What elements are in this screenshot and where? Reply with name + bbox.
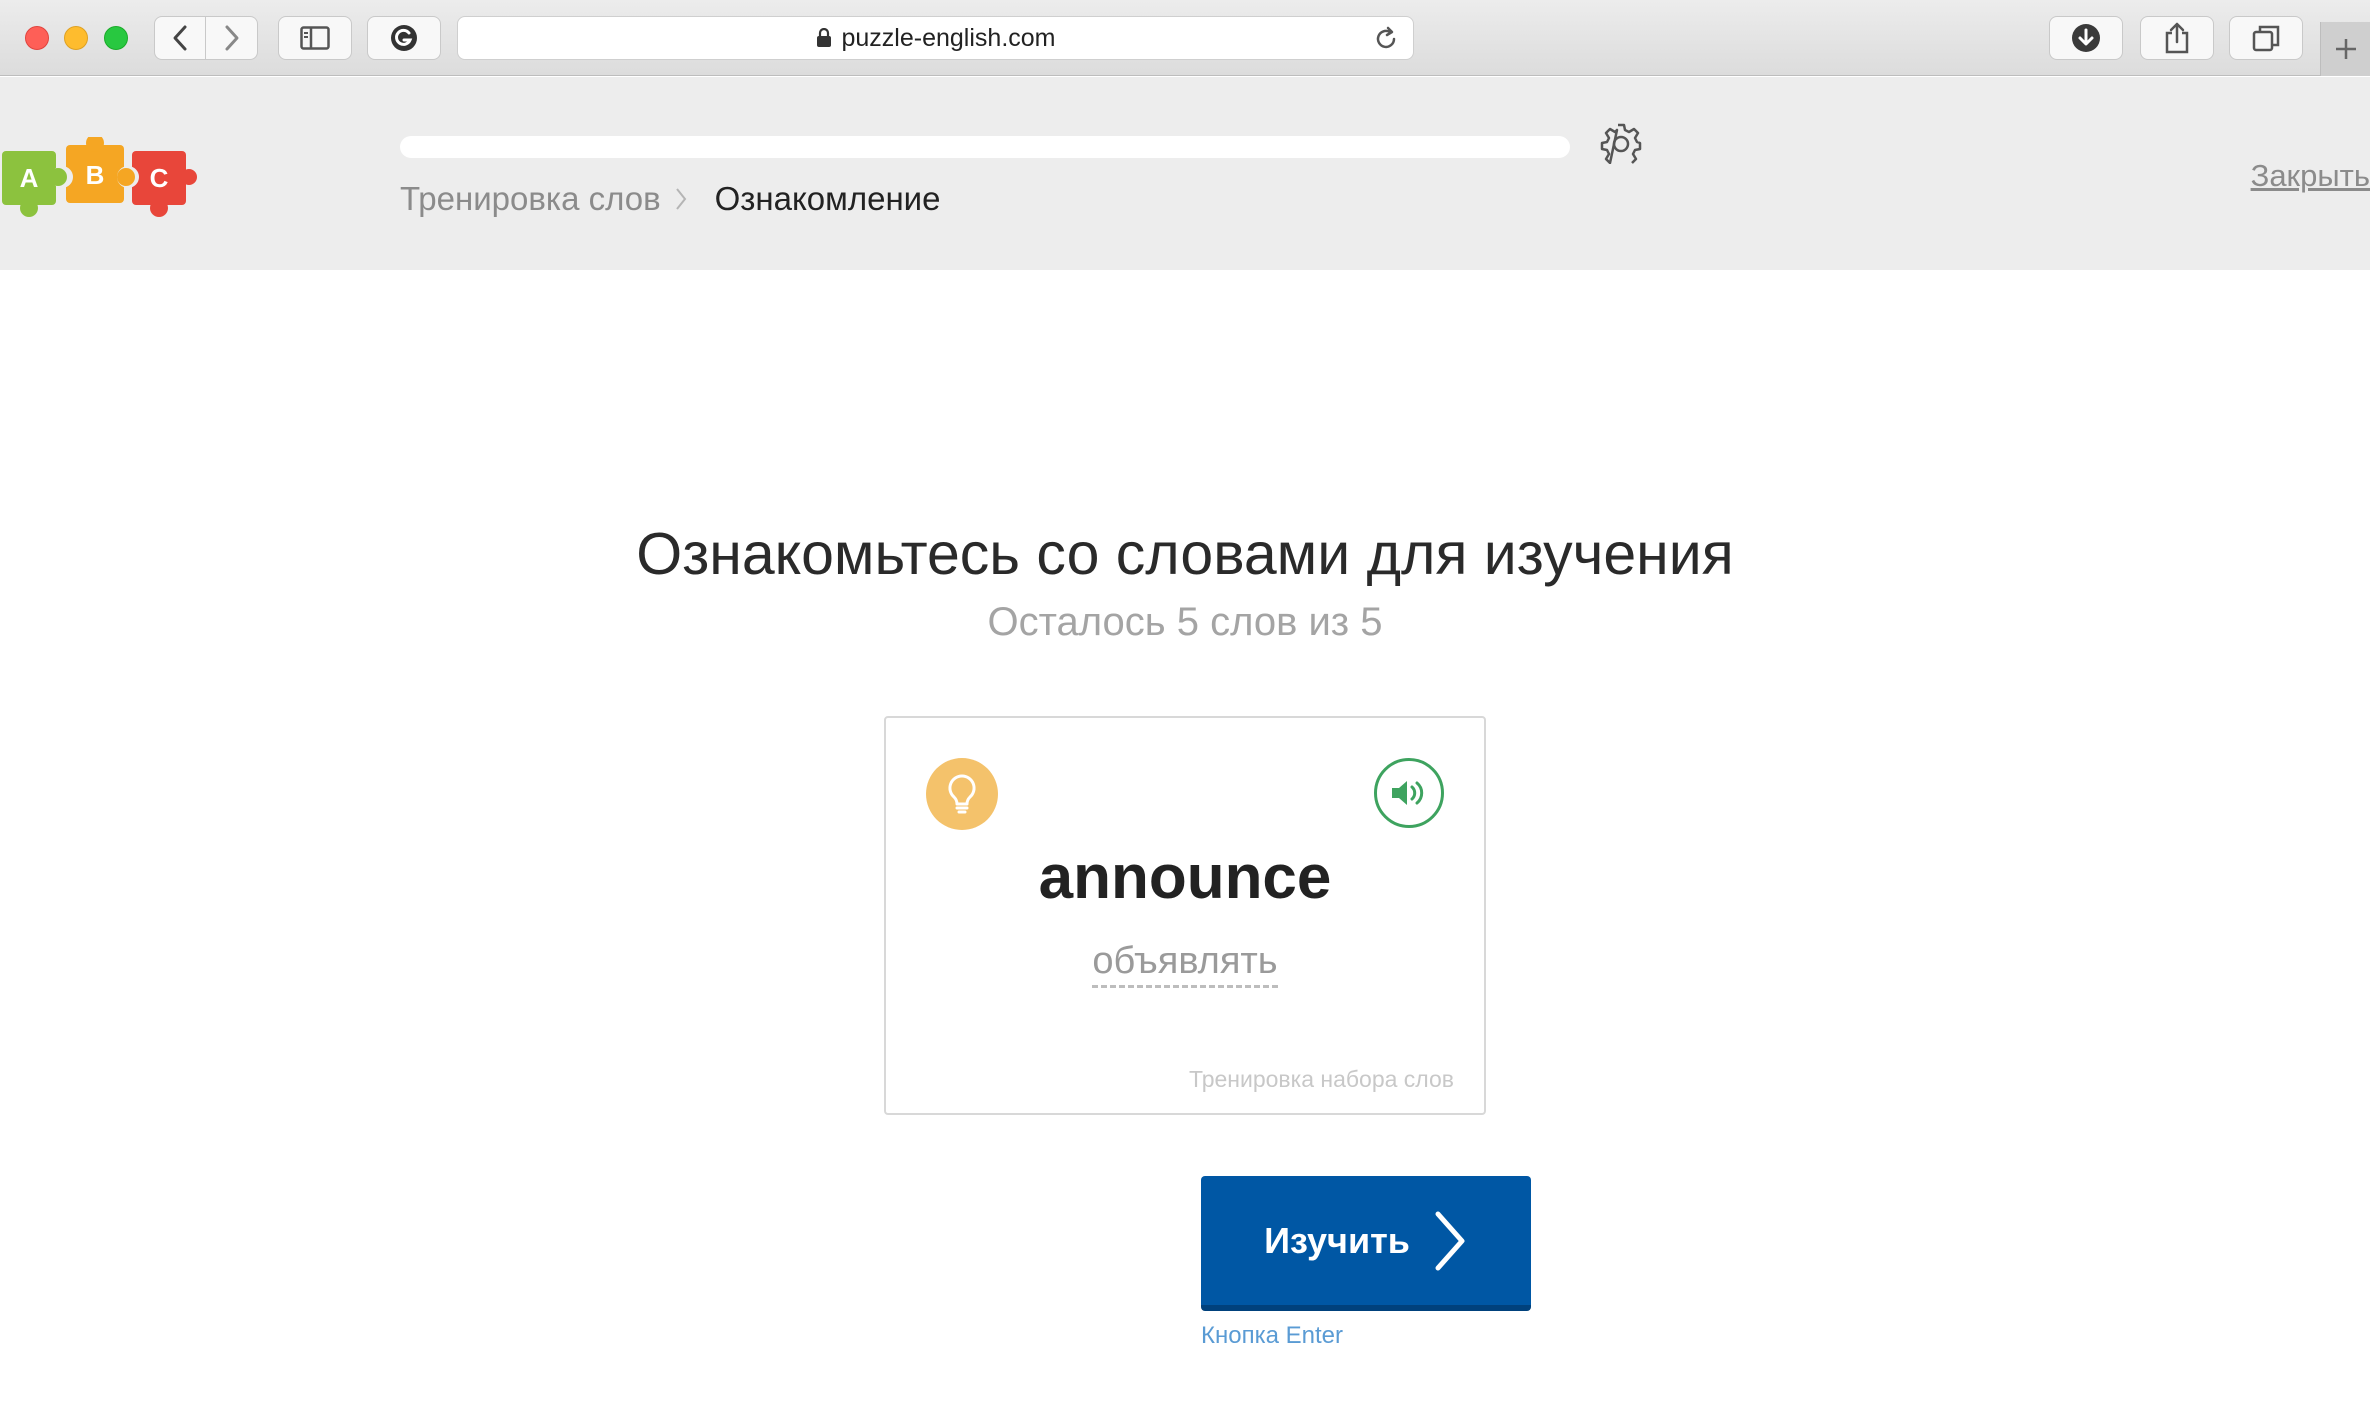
breadcrumb-parent-link[interactable]: Тренировка слов: [400, 180, 661, 218]
sidebar-toggle-button[interactable]: [278, 16, 352, 60]
back-button[interactable]: [154, 16, 206, 60]
abc-puzzle-logo[interactable]: A B C: [0, 137, 200, 221]
grammarly-extension-button[interactable]: [367, 16, 441, 60]
site-header: A B C Тренировка слов Ознакомление Закры…: [0, 77, 2370, 270]
reload-icon[interactable]: [1373, 26, 1399, 52]
chevron-left-icon: [173, 25, 187, 51]
speaker-icon: [1392, 781, 1424, 805]
word-card: announce объявлять Тренировка набора сло…: [884, 716, 1486, 1115]
logo-letter-b: B: [86, 160, 105, 190]
sidebar-icon: [300, 26, 330, 50]
chevron-right-icon: [225, 25, 238, 51]
downloads-button[interactable]: [2049, 16, 2123, 60]
window-zoom-button[interactable]: [104, 26, 128, 50]
hint-button[interactable]: [926, 758, 998, 830]
page-title: Ознакомьтесь со словами для изучения: [636, 521, 1734, 587]
chevron-right-icon: [1435, 1211, 1465, 1270]
grammarly-icon: [391, 25, 417, 51]
training-progress-bar: [400, 136, 1570, 158]
learn-button[interactable]: Изучить: [1201, 1176, 1531, 1311]
breadcrumb-current: Ознакомление: [714, 180, 941, 217]
logo-letter-a: A: [20, 163, 39, 193]
download-icon: [2072, 24, 2100, 52]
learn-button-label: Изучить: [1264, 1219, 1410, 1261]
word-text: announce: [1038, 843, 1332, 912]
tab-overview-button[interactable]: [2229, 16, 2303, 60]
tabs-icon: [2252, 25, 2280, 52]
window-close-button[interactable]: [25, 26, 49, 50]
new-tab-button[interactable]: [2320, 22, 2370, 76]
lock-icon: [816, 28, 831, 47]
share-icon: [2165, 22, 2189, 54]
pronunciation-button[interactable]: [1374, 758, 1444, 828]
url-text: puzzle-english.com: [841, 23, 1056, 52]
words-remaining-counter: Осталось 5 слов из 5: [987, 600, 1383, 644]
plus-icon: [2335, 39, 2356, 59]
card-footer-label: Тренировка набора слов: [1188, 1066, 1454, 1092]
window-minimize-button[interactable]: [64, 26, 88, 50]
gear-icon[interactable]: [1600, 122, 1642, 164]
close-link[interactable]: Закрыть: [2251, 158, 2370, 194]
breadcrumb: Тренировка слов Ознакомление: [400, 177, 940, 221]
translation-text[interactable]: объявлять: [1092, 940, 1278, 988]
forward-button[interactable]: [206, 16, 258, 60]
chevron-right-icon: [675, 188, 686, 210]
logo-letter-c: C: [150, 163, 169, 193]
lightbulb-icon: [948, 774, 976, 814]
enter-key-hint: Кнопка Enter: [1201, 1322, 1343, 1349]
browser-toolbar: puzzle-english.com: [0, 0, 2370, 76]
share-button[interactable]: [2140, 16, 2214, 60]
address-bar[interactable]: puzzle-english.com: [457, 16, 1414, 60]
